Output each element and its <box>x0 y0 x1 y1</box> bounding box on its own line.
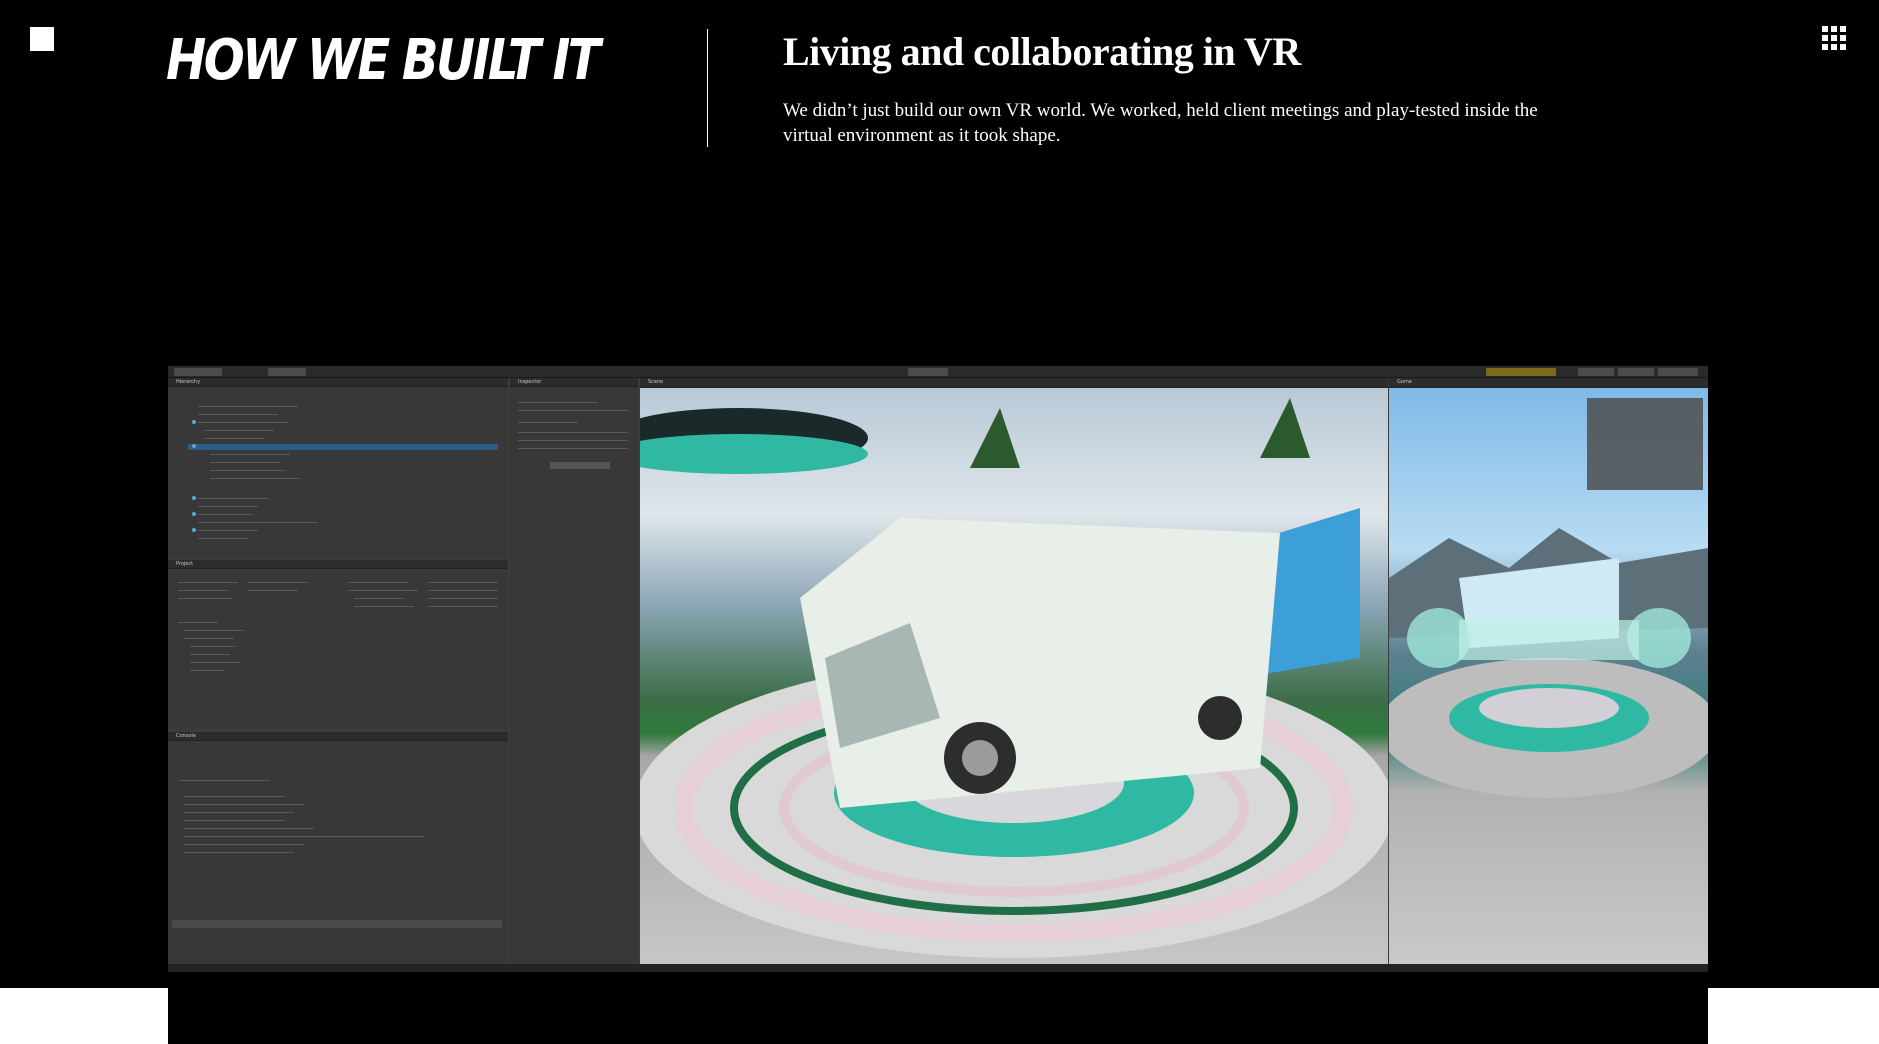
project-tab[interactable]: Project <box>176 561 193 567</box>
editor-toolbar <box>168 366 1708 378</box>
scene-view <box>640 388 1388 964</box>
project-panel: Project <box>168 560 508 730</box>
game-view <box>1389 388 1708 964</box>
square-logo-icon[interactable] <box>30 27 54 51</box>
footer-right-block <box>1708 988 1879 1044</box>
grid-menu-icon[interactable] <box>1822 26 1846 50</box>
inspector-tab[interactable]: Inspector <box>518 379 541 385</box>
inspector-panel: Inspector <box>510 378 638 964</box>
footer-bar <box>168 988 1708 1044</box>
console-panel: Console <box>168 732 508 964</box>
hierarchy-tab[interactable]: Hierarchy <box>176 379 200 385</box>
scene-tab[interactable]: Scene <box>648 379 663 385</box>
header-divider <box>707 29 708 147</box>
unity-editor-screenshot: Hierarchy Project Console Inspector Scen… <box>168 366 1708 972</box>
game-tab[interactable]: Game <box>1397 379 1412 385</box>
description: We didn’t just build our own VR world. W… <box>783 100 1538 146</box>
console-tab[interactable]: Console <box>176 733 196 739</box>
status-bar <box>168 964 1708 972</box>
footer-left-block <box>0 988 168 1044</box>
headline: Living and collaborating in VR <box>783 29 1301 74</box>
hierarchy-panel: Hierarchy <box>168 378 508 558</box>
section-title: HOW WE BUILT IT <box>166 28 601 93</box>
